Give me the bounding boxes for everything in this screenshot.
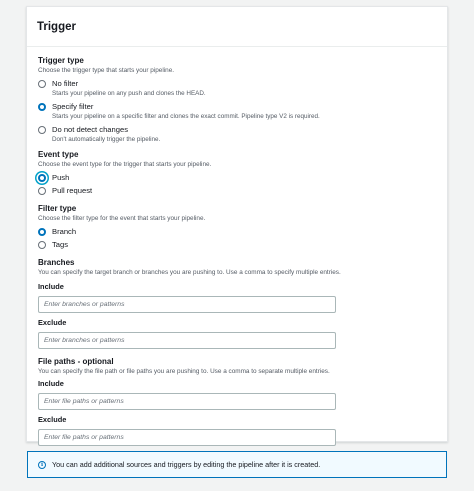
event-type-label: Event type: [38, 150, 79, 159]
filter-type-label: Filter type: [38, 204, 77, 213]
radio-pull-request-control[interactable]: [38, 187, 46, 195]
event-type-description: Choose the event type for the trigger th…: [38, 161, 212, 168]
radio-specify-filter[interactable]: Specify filter Starts your pipeline on a…: [38, 102, 436, 121]
radio-tags-label: Tags: [52, 240, 69, 249]
radio-no-filter[interactable]: No filter Starts your pipeline on any pu…: [38, 79, 436, 98]
radio-do-not-detect-label: Do not detect changes: [52, 125, 128, 134]
branches-group: Branches You can specify the target bran…: [38, 258, 436, 349]
radio-specify-filter-description: Starts your pipeline on a specific filte…: [52, 113, 320, 120]
radio-pull-request-label: Pull request: [52, 186, 93, 195]
trigger-type-label: Trigger type: [38, 56, 84, 65]
radio-no-filter-label: No filter: [52, 79, 79, 88]
file-paths-include-input[interactable]: Enter file paths or patterns: [38, 393, 336, 410]
radio-tags-control[interactable]: [38, 241, 46, 249]
info-icon: i: [38, 460, 46, 469]
trigger-type-description: Choose the trigger type that starts your…: [38, 67, 175, 74]
info-alert: i You can add additional sources and tri…: [27, 451, 447, 478]
radio-pull-request[interactable]: Pull request: [38, 186, 436, 196]
file-paths-description: You can specify the file path or file pa…: [38, 368, 330, 375]
file-paths-include-label: Include: [38, 379, 64, 388]
radio-specify-filter-label: Specify filter: [52, 102, 94, 111]
radio-push-control[interactable]: [38, 174, 46, 182]
radio-tags[interactable]: Tags: [38, 240, 436, 250]
radio-branch[interactable]: Branch: [38, 227, 436, 237]
panel-title: Trigger: [37, 21, 76, 33]
event-type-group: Event type Choose the event type for the…: [38, 150, 436, 196]
radio-branch-label: Branch: [52, 227, 77, 236]
filter-type-description: Choose the filter type for the event tha…: [38, 215, 206, 222]
trigger-type-group: Trigger type Choose the trigger type tha…: [38, 56, 436, 144]
file-paths-exclude-input[interactable]: Enter file paths or patterns: [38, 429, 336, 446]
branches-include-label: Include: [38, 282, 64, 291]
radio-no-filter-control[interactable]: [38, 80, 46, 88]
info-alert-text: You can add additional sources and trigg…: [52, 460, 321, 469]
radio-do-not-detect-control[interactable]: [38, 126, 46, 134]
branches-label: Branches: [38, 258, 75, 267]
panel-header: Trigger: [27, 7, 447, 47]
radio-no-filter-description: Starts your pipeline on any push and clo…: [52, 90, 206, 97]
branches-exclude-label: Exclude: [38, 318, 67, 327]
panel-body: Trigger type Choose the trigger type tha…: [27, 47, 447, 446]
trigger-panel: Trigger Trigger type Choose the trigger …: [26, 6, 448, 446]
filter-type-group: Filter type Choose the filter type for t…: [38, 204, 436, 250]
branches-include-input[interactable]: Enter branches or patterns: [38, 296, 336, 313]
radio-do-not-detect-description: Don't automatically trigger the pipeline…: [52, 136, 161, 143]
branches-exclude-input[interactable]: Enter branches or patterns: [38, 332, 336, 349]
branches-description: You can specify the target branch or bra…: [38, 269, 341, 276]
file-paths-label: File paths - optional: [38, 357, 114, 366]
file-paths-exclude-label: Exclude: [38, 415, 67, 424]
radio-branch-control[interactable]: [38, 228, 46, 236]
radio-push-label: Push: [52, 173, 70, 182]
radio-push[interactable]: Push: [38, 173, 436, 183]
radio-do-not-detect[interactable]: Do not detect changes Don't automaticall…: [38, 125, 436, 144]
file-paths-group: File paths - optional You can specify th…: [38, 357, 436, 446]
radio-specify-filter-control[interactable]: [38, 103, 46, 111]
